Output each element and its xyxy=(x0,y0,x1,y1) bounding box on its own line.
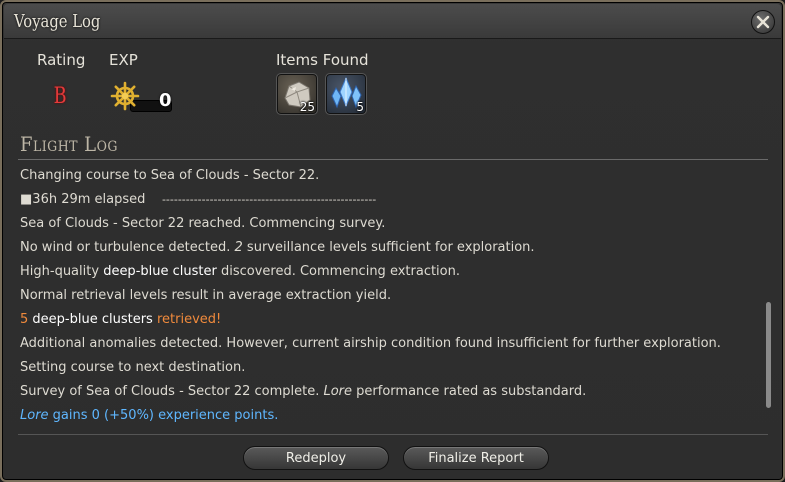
title-bar[interactable]: Voyage Log xyxy=(4,4,781,39)
divider xyxy=(18,159,768,160)
flight-log-list: Changing course to Sea of Clouds - Secto… xyxy=(20,164,758,428)
log-entry: Additional anomalies detected. However, … xyxy=(20,336,721,375)
log-number: 2 xyxy=(234,240,243,255)
log-entry: Normal retrieval levels result in averag… xyxy=(20,288,392,303)
rating-value: B xyxy=(53,84,67,109)
separator-dashes: ----------------------------------------… xyxy=(161,193,377,206)
item-name: deep-blue clusters xyxy=(28,312,157,327)
log-entry: Survey of Sea of Clouds - Sector 22 comp… xyxy=(20,380,758,404)
ship-wheel-icon xyxy=(110,81,140,111)
items-found-label: Items Found xyxy=(276,51,369,69)
voyage-log-window: Voyage Log Rating B EXP 0 Items Found 25 xyxy=(0,0,785,482)
rating-label: Rating xyxy=(37,51,86,69)
divider xyxy=(18,434,768,435)
close-button[interactable] xyxy=(751,10,775,34)
close-icon xyxy=(756,15,770,29)
log-text: No wind or turbulence detected. xyxy=(20,240,235,255)
elapsed-time: 36h 29m elapsed xyxy=(32,192,146,207)
redeploy-button[interactable]: Redeploy xyxy=(243,446,389,470)
log-entry: No wind or turbulence detected. 2 survei… xyxy=(20,236,758,260)
item-slot-ore[interactable]: 25 xyxy=(276,73,318,115)
window-title: Voyage Log xyxy=(14,11,101,32)
log-text: surveillance levels sufficient for explo… xyxy=(242,240,535,255)
log-text: performance rated as substandard. xyxy=(352,384,587,399)
airship-name: Lore xyxy=(323,384,353,399)
log-entry: High-quality deep-blue cluster discovere… xyxy=(20,260,758,284)
log-text: Survey of Sea of Clouds - Sector 22 comp… xyxy=(20,384,324,399)
exp-label: EXP xyxy=(109,51,138,69)
log-entry: Sea of Clouds - Sector 22 reached. Comme… xyxy=(20,216,386,231)
log-text: discovered. Commencing extraction. xyxy=(216,264,460,279)
log-entry: ■36h 29m elapsed -----------------------… xyxy=(20,188,758,212)
scrollbar-thumb[interactable] xyxy=(766,302,771,408)
marker-icon: ■ xyxy=(20,192,33,207)
item-slot-crystal[interactable]: 5 xyxy=(325,73,367,115)
airship-name: Lore xyxy=(20,408,49,423)
log-text: High-quality xyxy=(20,264,104,279)
item-name: deep-blue cluster xyxy=(103,264,217,279)
item-count: 25 xyxy=(299,100,315,114)
log-entry: 5 deep-blue clusters retrieved! xyxy=(20,308,758,332)
log-entry: Lore gains 0 (+50%) experience points. xyxy=(20,404,758,428)
flight-log-header: Flight Log xyxy=(20,132,118,156)
exp-value: 0 xyxy=(159,90,172,111)
retrieved-text: retrieved! xyxy=(156,312,222,327)
finalize-report-button[interactable]: Finalize Report xyxy=(403,446,549,470)
item-count: 5 xyxy=(356,100,364,114)
log-entry: Changing course to Sea of Clouds - Secto… xyxy=(20,168,320,183)
log-text: gains 0 (+50%) experience points. xyxy=(48,408,279,423)
